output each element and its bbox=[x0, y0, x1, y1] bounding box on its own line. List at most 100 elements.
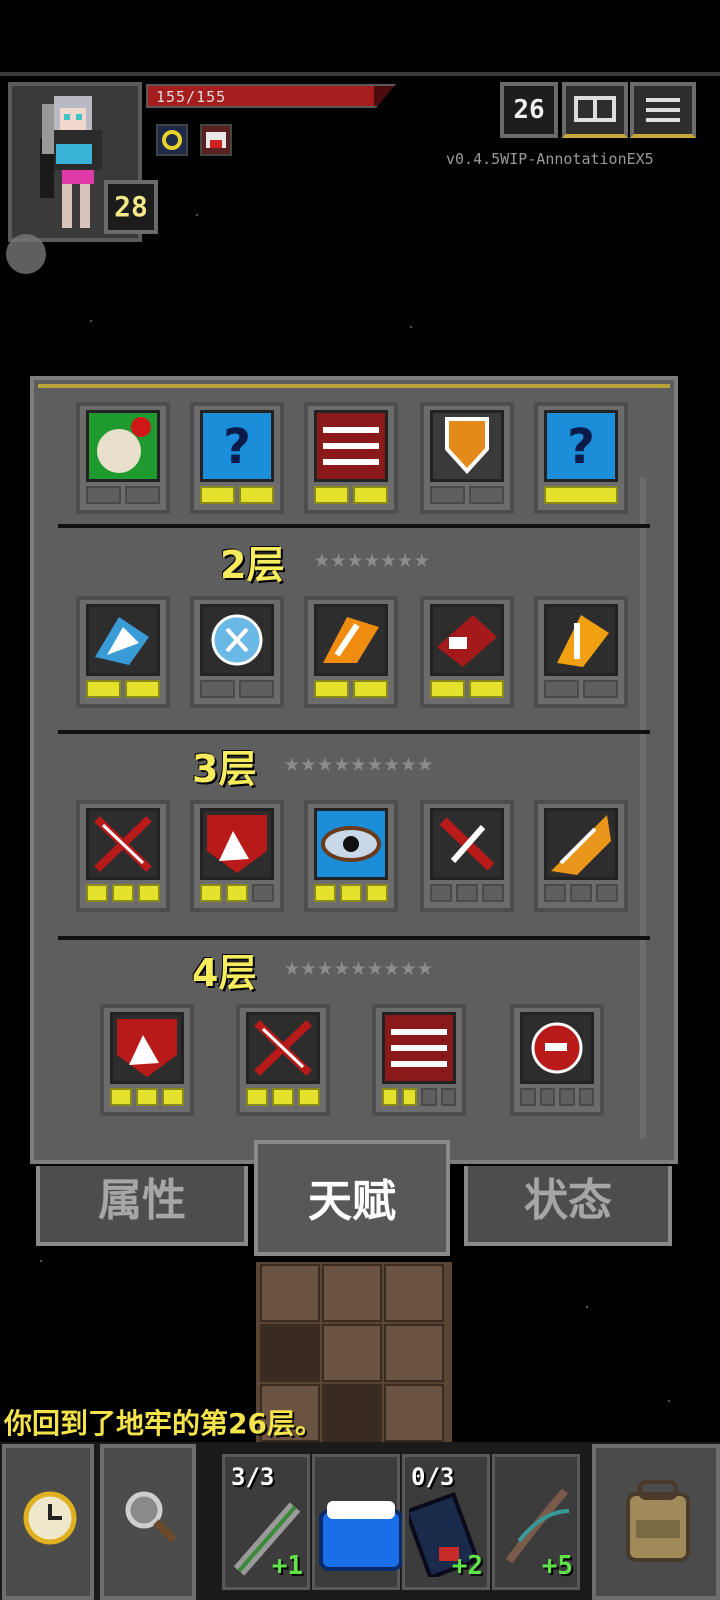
talent-slot[interactable] bbox=[304, 596, 398, 708]
quickslot-count: 0/3 bbox=[411, 1463, 455, 1491]
tier-header: 3层 ★★★★★★★★★ bbox=[0, 738, 720, 791]
talent-pip bbox=[469, 680, 504, 698]
eye-talent-icon bbox=[314, 808, 388, 880]
talent-pip bbox=[353, 486, 388, 504]
red-buff-icon[interactable] bbox=[200, 124, 232, 156]
talent-slot[interactable]: ? bbox=[190, 402, 284, 514]
talent-pip bbox=[456, 884, 478, 902]
menu-button[interactable] bbox=[630, 82, 696, 138]
talent-pips bbox=[86, 884, 160, 904]
wolf-talent-icon bbox=[200, 808, 274, 880]
talent-pip bbox=[314, 680, 349, 698]
panel-highlight bbox=[38, 384, 670, 388]
quickslot[interactable]: 0/3 +2 bbox=[402, 1454, 490, 1590]
tier-divider bbox=[58, 730, 650, 734]
talent-pip bbox=[136, 1088, 158, 1106]
talent-pips bbox=[544, 486, 618, 506]
inventory-button[interactable] bbox=[592, 1444, 720, 1600]
talent-pips bbox=[200, 486, 274, 506]
talent-pip bbox=[583, 680, 618, 698]
talent-slot[interactable] bbox=[372, 1004, 466, 1116]
talent-slot[interactable] bbox=[534, 800, 628, 912]
talent-pip bbox=[578, 1088, 594, 1106]
talent-pips bbox=[430, 680, 504, 700]
tab-status[interactable]: 状态 bbox=[464, 1166, 672, 1246]
hp-bar: 155/155 bbox=[146, 84, 396, 108]
tier-label: 4层 bbox=[192, 951, 257, 995]
talent-pip bbox=[86, 884, 108, 902]
blood-target-talent-icon bbox=[520, 1012, 594, 1084]
fire-strike-talent-icon bbox=[314, 604, 388, 676]
wait-button[interactable] bbox=[2, 1444, 94, 1600]
talent-pip bbox=[353, 680, 388, 698]
talent-slot[interactable] bbox=[236, 1004, 330, 1116]
talent-slot[interactable] bbox=[534, 596, 628, 708]
talent-pip bbox=[200, 486, 235, 504]
tier-stars: ★★★★★★★ bbox=[314, 544, 431, 574]
talent-pips bbox=[86, 680, 160, 700]
talent-slot[interactable] bbox=[76, 596, 170, 708]
depth-indicator[interactable]: 26 bbox=[500, 82, 558, 138]
talent-pip bbox=[544, 884, 566, 902]
talent-slot[interactable] bbox=[510, 1004, 604, 1116]
talent-pips bbox=[314, 486, 388, 506]
talent-slot[interactable] bbox=[304, 800, 398, 912]
talent-slot[interactable] bbox=[420, 800, 514, 912]
talent-pip bbox=[125, 680, 160, 698]
talent-pip bbox=[314, 486, 349, 504]
talent-slot[interactable] bbox=[76, 402, 170, 514]
talent-pip bbox=[430, 486, 465, 504]
talent-pip bbox=[539, 1088, 555, 1106]
tab-talents[interactable]: 天赋 bbox=[254, 1140, 450, 1256]
tier-label: 3层 bbox=[192, 747, 257, 791]
quickslot[interactable]: +5 bbox=[492, 1454, 580, 1590]
talent-pip bbox=[382, 1088, 398, 1106]
quickslot[interactable]: 3/3 +1 bbox=[222, 1454, 310, 1590]
shield-talent-icon bbox=[430, 410, 504, 482]
game-log-message: 你回到了地牢的第26层。 bbox=[4, 1407, 323, 1440]
talent-slot[interactable] bbox=[304, 402, 398, 514]
talent-slot[interactable] bbox=[420, 402, 514, 514]
talent-slot[interactable] bbox=[100, 1004, 194, 1116]
wait-indicator-icon bbox=[6, 234, 46, 274]
ice-shield-talent-icon bbox=[200, 604, 274, 676]
talent-pips bbox=[86, 486, 160, 506]
talent-pips bbox=[382, 1088, 456, 1108]
flame-slash-talent-icon bbox=[544, 604, 618, 676]
talent-slot[interactable] bbox=[190, 596, 284, 708]
journal-icon bbox=[574, 96, 616, 122]
talent-pips bbox=[200, 680, 274, 700]
talent-slot[interactable] bbox=[76, 800, 170, 912]
talent-pip bbox=[298, 1088, 320, 1106]
talent-slot[interactable] bbox=[190, 800, 284, 912]
talent-slot[interactable]: ? bbox=[534, 402, 628, 514]
tier-stars: ★★★★★★★★★ bbox=[284, 952, 434, 982]
talent-pip bbox=[86, 486, 121, 504]
beast-talent-icon bbox=[86, 604, 160, 676]
search-button[interactable] bbox=[100, 1444, 196, 1600]
tier-header: 4层 ★★★★★★★★★ bbox=[0, 942, 720, 995]
talent-pip bbox=[226, 884, 248, 902]
talent-pip bbox=[596, 884, 618, 902]
talent-pip bbox=[559, 1088, 575, 1106]
talent-pip bbox=[544, 680, 579, 698]
talent-pips bbox=[430, 884, 504, 904]
talent-pip bbox=[482, 884, 504, 902]
talent-slot[interactable] bbox=[420, 596, 514, 708]
quickslot[interactable] bbox=[312, 1454, 403, 1590]
talent-pip bbox=[421, 1088, 437, 1106]
tier-stars: ★★★★★★★★★ bbox=[284, 748, 434, 778]
quickslot-bonus: +2 bbox=[451, 1551, 483, 1581]
journal-button[interactable] bbox=[562, 82, 628, 138]
crossed-swords-talent-icon bbox=[86, 808, 160, 880]
wolf-talent-icon bbox=[110, 1012, 184, 1084]
tab-attributes[interactable]: 属性 bbox=[36, 1166, 248, 1246]
talent-pip bbox=[86, 680, 121, 698]
cooler-box-icon bbox=[319, 1501, 403, 1571]
talent-pip bbox=[469, 486, 504, 504]
talent-pip bbox=[200, 680, 235, 698]
halo-buff-icon[interactable] bbox=[156, 124, 188, 156]
talent-pip bbox=[162, 1088, 184, 1106]
talent-pip bbox=[138, 884, 160, 902]
svg-text:?: ? bbox=[223, 419, 251, 475]
